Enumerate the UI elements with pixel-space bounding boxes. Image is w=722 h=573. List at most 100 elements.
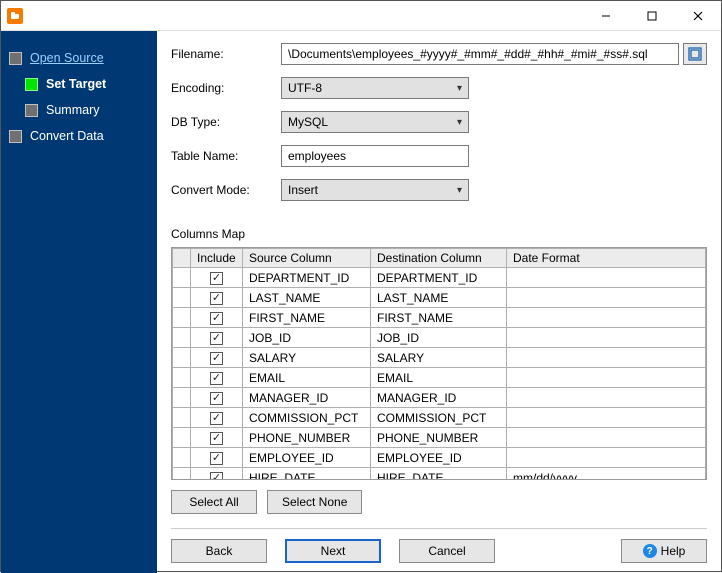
column-header[interactable]: Date Format	[507, 249, 706, 268]
date-format-cell[interactable]	[507, 328, 706, 348]
table-row: DEPARTMENT_IDDEPARTMENT_ID	[173, 268, 706, 288]
row-handle[interactable]	[173, 428, 191, 448]
sidebar-item-label[interactable]: Open Source	[30, 51, 104, 65]
column-header[interactable]: Include	[191, 249, 243, 268]
table-row: PHONE_NUMBERPHONE_NUMBER	[173, 428, 706, 448]
select-none-button[interactable]: Select None	[267, 490, 362, 514]
destination-column-cell[interactable]: MANAGER_ID	[371, 388, 507, 408]
column-header[interactable]: Destination Column	[371, 249, 507, 268]
tablename-label: Table Name:	[171, 149, 281, 163]
date-format-cell[interactable]	[507, 288, 706, 308]
chevron-down-icon: ▾	[457, 185, 462, 196]
sidebar-item-summary: Summary	[1, 97, 157, 123]
row-handle[interactable]	[173, 268, 191, 288]
step-box-icon	[9, 130, 22, 143]
source-column-cell[interactable]: DEPARTMENT_ID	[243, 268, 371, 288]
row-handle[interactable]	[173, 288, 191, 308]
source-column-cell[interactable]: EMPLOYEE_ID	[243, 448, 371, 468]
date-format-cell[interactable]	[507, 448, 706, 468]
destination-column-cell[interactable]: EMAIL	[371, 368, 507, 388]
table-row: FIRST_NAMEFIRST_NAME	[173, 308, 706, 328]
date-format-cell[interactable]	[507, 348, 706, 368]
row-handle[interactable]	[173, 388, 191, 408]
step-box-icon	[25, 78, 38, 91]
select-all-button[interactable]: Select All	[171, 490, 257, 514]
chevron-down-icon: ▾	[457, 83, 462, 94]
encoding-value: UTF-8	[288, 81, 322, 95]
include-checkbox[interactable]	[210, 432, 223, 445]
date-format-cell[interactable]	[507, 428, 706, 448]
destination-column-cell[interactable]: DEPARTMENT_ID	[371, 268, 507, 288]
table-row: LAST_NAMELAST_NAME	[173, 288, 706, 308]
destination-column-cell[interactable]: LAST_NAME	[371, 288, 507, 308]
sidebar-item-open-source[interactable]: Open Source	[1, 45, 157, 71]
date-format-cell[interactable]	[507, 268, 706, 288]
destination-column-cell[interactable]: JOB_ID	[371, 328, 507, 348]
chevron-down-icon: ▾	[457, 117, 462, 128]
row-handle[interactable]	[173, 328, 191, 348]
help-button[interactable]: ? Help	[621, 539, 707, 563]
date-format-cell[interactable]	[507, 408, 706, 428]
tablename-input[interactable]	[281, 145, 469, 167]
step-box-icon	[25, 104, 38, 117]
column-header[interactable]	[173, 249, 191, 268]
table-row: JOB_IDJOB_ID	[173, 328, 706, 348]
column-header[interactable]: Source Column	[243, 249, 371, 268]
help-label: Help	[661, 544, 686, 558]
maximize-button[interactable]	[629, 1, 675, 31]
include-checkbox[interactable]	[210, 472, 223, 480]
source-column-cell[interactable]: COMMISSION_PCT	[243, 408, 371, 428]
back-button[interactable]: Back	[171, 539, 267, 563]
filename-input[interactable]	[281, 43, 679, 65]
destination-column-cell[interactable]: COMMISSION_PCT	[371, 408, 507, 428]
table-row: HIRE_DATEHIRE_DATEmm/dd/yyyy	[173, 468, 706, 481]
destination-column-cell[interactable]: PHONE_NUMBER	[371, 428, 507, 448]
date-format-cell[interactable]	[507, 308, 706, 328]
date-format-cell[interactable]: mm/dd/yyyy	[507, 468, 706, 481]
next-button[interactable]: Next	[285, 539, 381, 563]
row-handle[interactable]	[173, 468, 191, 481]
date-format-cell[interactable]	[507, 368, 706, 388]
encoding-select[interactable]: UTF-8 ▾	[281, 77, 469, 99]
table-row: EMPLOYEE_IDEMPLOYEE_ID	[173, 448, 706, 468]
source-column-cell[interactable]: SALARY	[243, 348, 371, 368]
source-column-cell[interactable]: HIRE_DATE	[243, 468, 371, 481]
include-checkbox[interactable]	[210, 272, 223, 285]
include-checkbox[interactable]	[210, 372, 223, 385]
source-column-cell[interactable]: FIRST_NAME	[243, 308, 371, 328]
include-checkbox[interactable]	[210, 452, 223, 465]
minimize-button[interactable]	[583, 1, 629, 31]
include-checkbox[interactable]	[210, 392, 223, 405]
destination-column-cell[interactable]: EMPLOYEE_ID	[371, 448, 507, 468]
source-column-cell[interactable]: MANAGER_ID	[243, 388, 371, 408]
source-column-cell[interactable]: LAST_NAME	[243, 288, 371, 308]
sidebar-item-label: Convert Data	[30, 129, 104, 143]
convertmode-select[interactable]: Insert ▾	[281, 179, 469, 201]
date-format-cell[interactable]	[507, 388, 706, 408]
destination-column-cell[interactable]: SALARY	[371, 348, 507, 368]
dbtype-select[interactable]: MySQL ▾	[281, 111, 469, 133]
close-button[interactable]	[675, 1, 721, 31]
row-handle[interactable]	[173, 308, 191, 328]
filename-label: Filename:	[171, 47, 281, 61]
include-checkbox[interactable]	[210, 312, 223, 325]
row-handle[interactable]	[173, 408, 191, 428]
include-checkbox[interactable]	[210, 332, 223, 345]
row-handle[interactable]	[173, 448, 191, 468]
source-column-cell[interactable]: EMAIL	[243, 368, 371, 388]
include-checkbox[interactable]	[210, 292, 223, 305]
destination-column-cell[interactable]: FIRST_NAME	[371, 308, 507, 328]
columns-map-title: Columns Map	[171, 227, 707, 241]
sidebar-item-label: Set Target	[46, 77, 106, 91]
include-checkbox[interactable]	[210, 412, 223, 425]
include-checkbox[interactable]	[210, 352, 223, 365]
cancel-button[interactable]: Cancel	[399, 539, 495, 563]
destination-column-cell[interactable]: HIRE_DATE	[371, 468, 507, 481]
row-handle[interactable]	[173, 348, 191, 368]
app-icon	[7, 8, 23, 24]
source-column-cell[interactable]: JOB_ID	[243, 328, 371, 348]
source-column-cell[interactable]: PHONE_NUMBER	[243, 428, 371, 448]
sidebar-item-set-target: Set Target	[1, 71, 157, 97]
browse-button[interactable]	[683, 43, 707, 65]
row-handle[interactable]	[173, 368, 191, 388]
